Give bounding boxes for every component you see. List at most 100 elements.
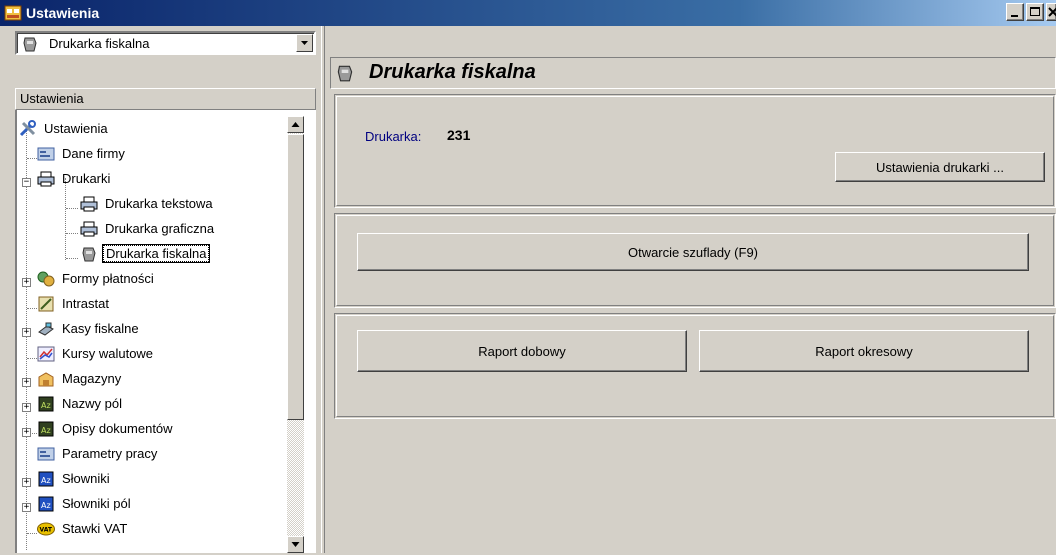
tree-item-label: Stawki VAT (62, 521, 128, 536)
tree-expander-slowniki-pol[interactable]: + (22, 503, 31, 512)
company-icon (37, 147, 55, 160)
tree-item-label: Formy płatności (62, 271, 154, 286)
tree-expander-kasy-fiskalne[interactable]: + (22, 328, 31, 337)
tree-item-drukarka-graficzna[interactable]: Drukarka graficzna (80, 216, 216, 241)
fiscal-printer-icon (337, 65, 353, 82)
page-header: Drukarka fiskalna (330, 57, 1056, 89)
tree-item-label: Słowniki pól (62, 496, 131, 511)
chevron-down-icon (301, 41, 308, 45)
tree-item-dane-firmy[interactable]: Dane firmy (37, 141, 127, 166)
tree-item-label: Opisy dokumentów (62, 421, 173, 436)
tree-item-label: Intrastat (62, 296, 109, 311)
period-report-button-label: Raport okresowy (815, 343, 913, 359)
tree-item-drukarka-tekstowa[interactable]: Drukarka tekstowa (80, 191, 215, 216)
tree-expander-opisy-dokumentow[interactable]: + (22, 428, 31, 437)
minimize-icon (1011, 15, 1018, 17)
vat-icon: VAT (37, 522, 55, 535)
tree-item-label: Nazwy pól (62, 396, 122, 411)
tree-item-label: Dane firmy (62, 146, 125, 161)
tree-item-label: Słowniki (62, 471, 110, 486)
close-icon (1048, 7, 1056, 17)
tree-item-label: Drukarka graficzna (105, 221, 215, 236)
scroll-thumb[interactable] (287, 134, 304, 420)
window-title: Ustawienia (26, 5, 100, 21)
tree-item-kasy-fiskalne[interactable]: Kasy fiskalne (37, 316, 141, 341)
intrastat-icon (38, 296, 54, 311)
printer-icon (37, 171, 55, 186)
company-icon (37, 447, 55, 460)
svg-text:Az: Az (41, 501, 51, 510)
svg-text:Az: Az (41, 401, 51, 410)
minimize-button[interactable] (1006, 3, 1024, 21)
tree-item-label-selected: Drukarka fiskalna (101, 244, 211, 263)
tree-expander-formy-platnosci[interactable]: + (22, 278, 31, 287)
printer-group: Drukarka: 231 Ustawienia drukarki ... (334, 94, 1056, 208)
tree-item-stawki-vat[interactable]: VAT Stawki VAT (37, 516, 129, 541)
settings-tree[interactable]: − + + + + + + + Ustawienia Dane firmy Dr… (15, 110, 316, 553)
fiscal-printer-icon (82, 247, 96, 261)
warehouse-icon (38, 371, 54, 386)
drawer-group: Otwarcie szuflady (F9) (334, 213, 1056, 308)
scroll-down-button[interactable] (287, 536, 304, 553)
tree-item-slowniki[interactable]: Az Słowniki (37, 466, 112, 491)
maximize-icon (1030, 7, 1040, 16)
close-button[interactable] (1046, 3, 1056, 21)
tree-item-drukarki[interactable]: Drukarki (37, 166, 112, 191)
tree-item-label: Drukarki (62, 171, 111, 186)
cash-register-icon (38, 322, 54, 336)
reports-group: Raport dobowy Raport okresowy (334, 313, 1056, 419)
tree-item-parametry-pracy[interactable]: Parametry pracy (37, 441, 159, 466)
az-icon: Az (38, 471, 54, 486)
tools-icon (19, 119, 36, 136)
payment-icon (37, 271, 55, 286)
tree-header: Ustawienia (15, 88, 316, 110)
page-title: Drukarka fiskalna (369, 61, 536, 83)
printer-icon (80, 196, 98, 211)
printer-settings-button-label: Ustawienia drukarki ... (876, 159, 1004, 175)
tree-item-label: Drukarka tekstowa (105, 196, 213, 211)
tree-item-label: Parametry pracy (62, 446, 158, 461)
category-select[interactable]: Drukarka fiskalna (15, 31, 316, 55)
svg-text:Az: Az (41, 426, 51, 435)
open-drawer-button[interactable]: Otwarcie szuflady (F9) (357, 233, 1029, 271)
az-icon: Az (38, 396, 54, 411)
printer-settings-button[interactable]: Ustawienia drukarki ... (835, 152, 1045, 182)
panel-splitter[interactable] (321, 26, 325, 553)
open-drawer-button-label: Otwarcie szuflady (F9) (627, 244, 759, 260)
fiscal-printer-icon (23, 37, 37, 52)
tree-item-label: Kursy walutowe (62, 346, 154, 361)
tree-item-formy-platnosci[interactable]: Formy płatności (37, 266, 156, 291)
maximize-button[interactable] (1026, 3, 1044, 21)
tree-item-kursy-walutowe[interactable]: Kursy walutowe (37, 341, 155, 366)
tree-item-nazwy-pol[interactable]: Az Nazwy pól (37, 391, 124, 416)
tree-item-intrastat[interactable]: Intrastat (37, 291, 111, 316)
tree-item-label: Magazyny (62, 371, 122, 386)
tree-expander-nazwy-pol[interactable]: + (22, 403, 31, 412)
daily-report-button[interactable]: Raport dobowy (357, 330, 687, 372)
tree-expander-drukarki[interactable]: − (22, 178, 31, 187)
tree-item-drukarka-fiskalna[interactable]: Drukarka fiskalna (80, 241, 211, 266)
svg-text:VAT: VAT (40, 526, 53, 533)
tree-expander-slowniki[interactable]: + (22, 478, 31, 487)
svg-text:Az: Az (41, 476, 51, 485)
tree-expander-magazyny[interactable]: + (22, 378, 31, 387)
category-select-value: Drukarka fiskalna (49, 36, 150, 51)
tree-item-magazyny[interactable]: Magazyny (37, 366, 123, 391)
title-bar[interactable]: Ustawienia (0, 0, 1056, 26)
category-select-arrow[interactable] (296, 34, 313, 52)
printer-icon (80, 221, 98, 236)
tree-item-label: Ustawienia (44, 121, 108, 136)
tree-item-label: Kasy fiskalne (62, 321, 139, 336)
main-panel: Drukarka fiskalna Drukarka: 231 Ustawien… (326, 26, 1056, 553)
chart-icon (37, 346, 55, 361)
printer-value: 231 (447, 127, 471, 143)
tree-item-slowniki-pol[interactable]: Az Słowniki pól (37, 491, 133, 516)
period-report-button[interactable]: Raport okresowy (699, 330, 1029, 372)
arrow-up-icon (291, 122, 300, 127)
scroll-up-button[interactable] (287, 116, 304, 133)
tree-item-opisy-dokumentow[interactable]: Az Opisy dokumentów (37, 416, 175, 441)
tree-scrollbar[interactable] (287, 116, 304, 553)
az-icon: Az (38, 496, 54, 511)
tree-item-ustawienia[interactable]: Ustawienia (19, 116, 110, 141)
settings-app-icon (4, 5, 22, 21)
